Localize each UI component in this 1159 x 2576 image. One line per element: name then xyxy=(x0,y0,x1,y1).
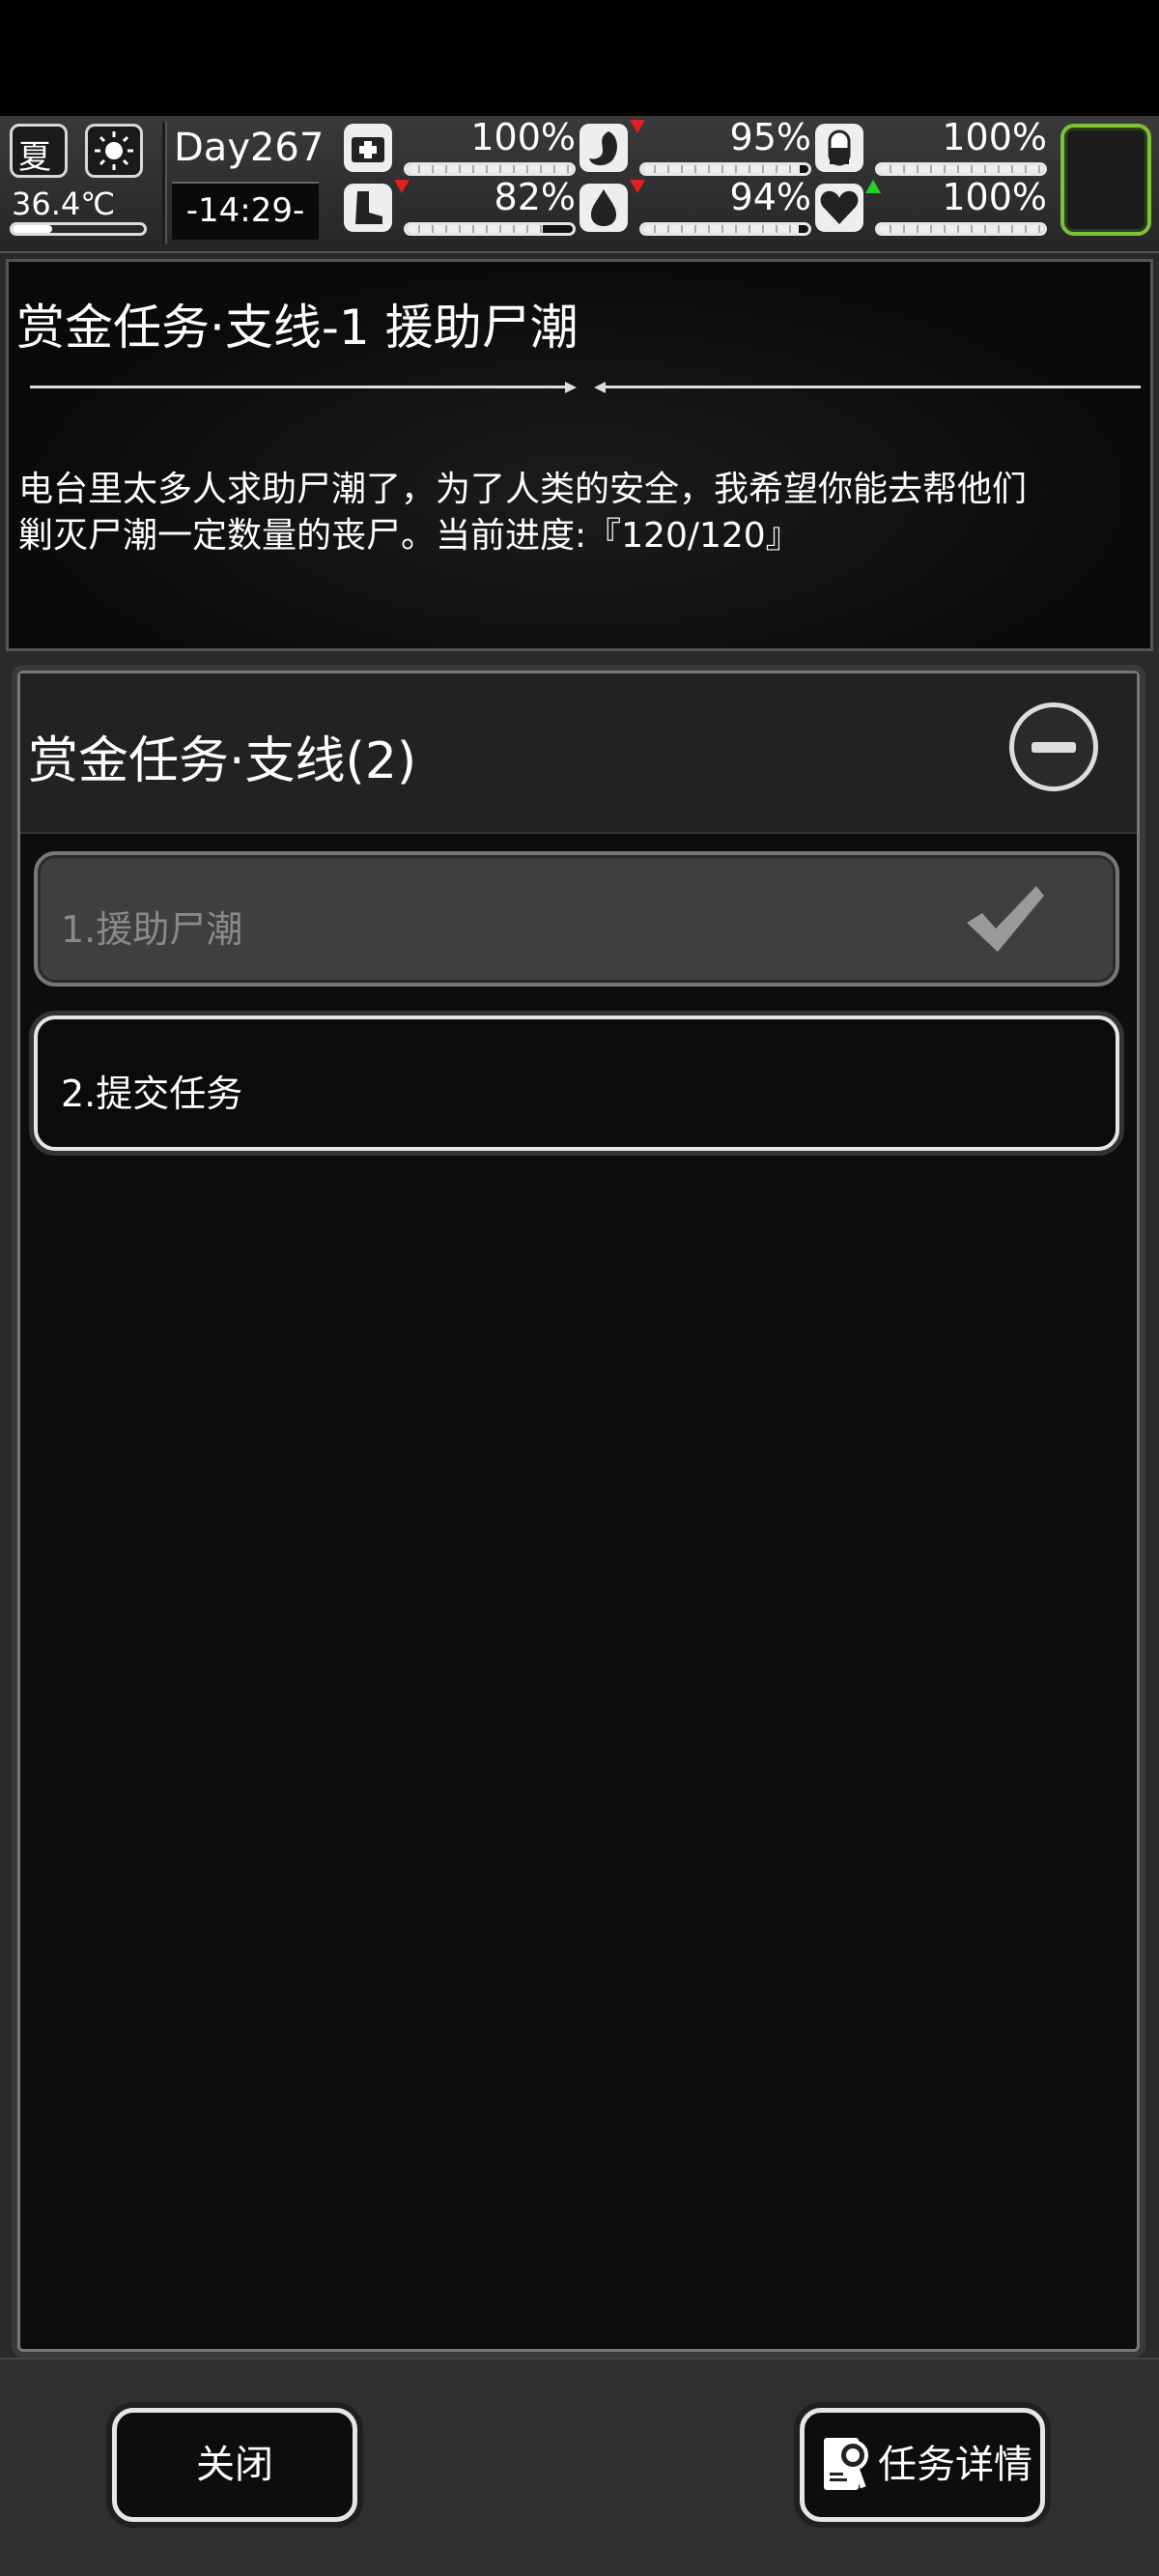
season-indicator: 夏 xyxy=(10,124,68,178)
quest-step-label: 1.援助尸潮 xyxy=(61,908,243,951)
thermometer-bar xyxy=(10,222,147,236)
heart-icon xyxy=(815,184,863,232)
close-button[interactable]: 关闭 xyxy=(112,2408,357,2522)
game-clock: -14:29- xyxy=(172,182,319,240)
stat-thirst[interactable]: 94% xyxy=(580,176,811,238)
stat-medicine[interactable]: 100% xyxy=(815,116,1047,178)
collapse-icon[interactable] xyxy=(1009,702,1098,791)
quest-step-label: 2.提交任务 xyxy=(61,1073,243,1115)
stat-mood[interactable]: 100% xyxy=(815,176,1047,238)
stat-medicine-value: 100% xyxy=(942,116,1047,158)
stomach-icon xyxy=(580,124,628,172)
quest-step-item[interactable]: 2.提交任务 xyxy=(34,1016,1119,1151)
stat-hunger[interactable]: 95% xyxy=(580,116,811,178)
quest-info-panel: 赏金任务·支线-1 援助尸潮 电台里太多人求助尸潮了，为了人类的安全，我希望你能… xyxy=(6,259,1153,651)
stat-hunger-bar xyxy=(639,162,811,176)
bottom-action-bar: 关闭 任务详情 xyxy=(0,2358,1159,2576)
quest-step-panel: 赏金任务·支线(2) 1.援助尸潮 2.提交任务 xyxy=(17,671,1140,2352)
stat-medicine-bar xyxy=(875,162,1047,176)
document-search-icon xyxy=(824,2438,868,2490)
quest-description-line: 电台里太多人求助尸潮了，为了人类的安全，我希望你能去帮他们 xyxy=(18,470,1028,509)
sun-icon xyxy=(85,124,143,178)
stat-stamina[interactable]: 82% xyxy=(344,176,576,238)
quest-details-label: 任务详情 xyxy=(878,2443,1032,2487)
character-portrait[interactable] xyxy=(1060,124,1151,236)
water-drop-icon xyxy=(580,184,628,232)
stat-mood-bar xyxy=(875,222,1047,236)
stat-hunger-value: 95% xyxy=(729,116,811,158)
stat-health-value: 100% xyxy=(470,116,576,158)
trend-up-icon xyxy=(865,180,881,193)
stat-thirst-bar xyxy=(639,222,811,236)
pill-icon xyxy=(815,124,863,172)
stat-thirst-value: 94% xyxy=(729,176,811,218)
status-bar: 夏 36.4℃ Day267 -14:29- 100% 95% 100% 82%… xyxy=(0,116,1159,253)
medkit-icon xyxy=(344,124,392,172)
stat-mood-value: 100% xyxy=(942,176,1047,218)
stat-health-bar xyxy=(404,162,576,176)
trend-down-icon xyxy=(394,180,410,193)
quest-details-button[interactable]: 任务详情 xyxy=(800,2408,1045,2522)
season-label: 夏 xyxy=(18,138,51,177)
stat-health[interactable]: 100% xyxy=(344,116,576,178)
day-counter: Day267 xyxy=(174,126,325,170)
quest-step-item[interactable]: 1.援助尸潮 xyxy=(34,851,1119,987)
stat-stamina-bar xyxy=(404,222,576,236)
quest-description-line: 剿灭尸潮一定数量的丧尸。当前进度:『120/120』 xyxy=(18,516,801,556)
checkmark-icon xyxy=(967,886,1044,952)
quest-step-title: 赏金任务·支线(2) xyxy=(28,732,417,790)
quest-step-header[interactable]: 赏金任务·支线(2) xyxy=(20,673,1137,834)
title-divider xyxy=(30,378,1141,397)
top-blank-area xyxy=(0,0,1159,116)
quest-title: 赏金任务·支线-1 援助尸潮 xyxy=(16,300,579,356)
boot-icon xyxy=(344,184,392,232)
trend-down-icon xyxy=(630,120,645,133)
quest-description: 电台里太多人求助尸潮了，为了人类的安全，我希望你能去帮他们 剿灭尸潮一定数量的丧… xyxy=(18,467,1148,559)
trend-down-icon xyxy=(630,180,645,193)
stat-stamina-value: 82% xyxy=(494,176,576,218)
temperature-readout: 36.4℃ xyxy=(12,186,116,222)
status-divider xyxy=(162,122,167,243)
